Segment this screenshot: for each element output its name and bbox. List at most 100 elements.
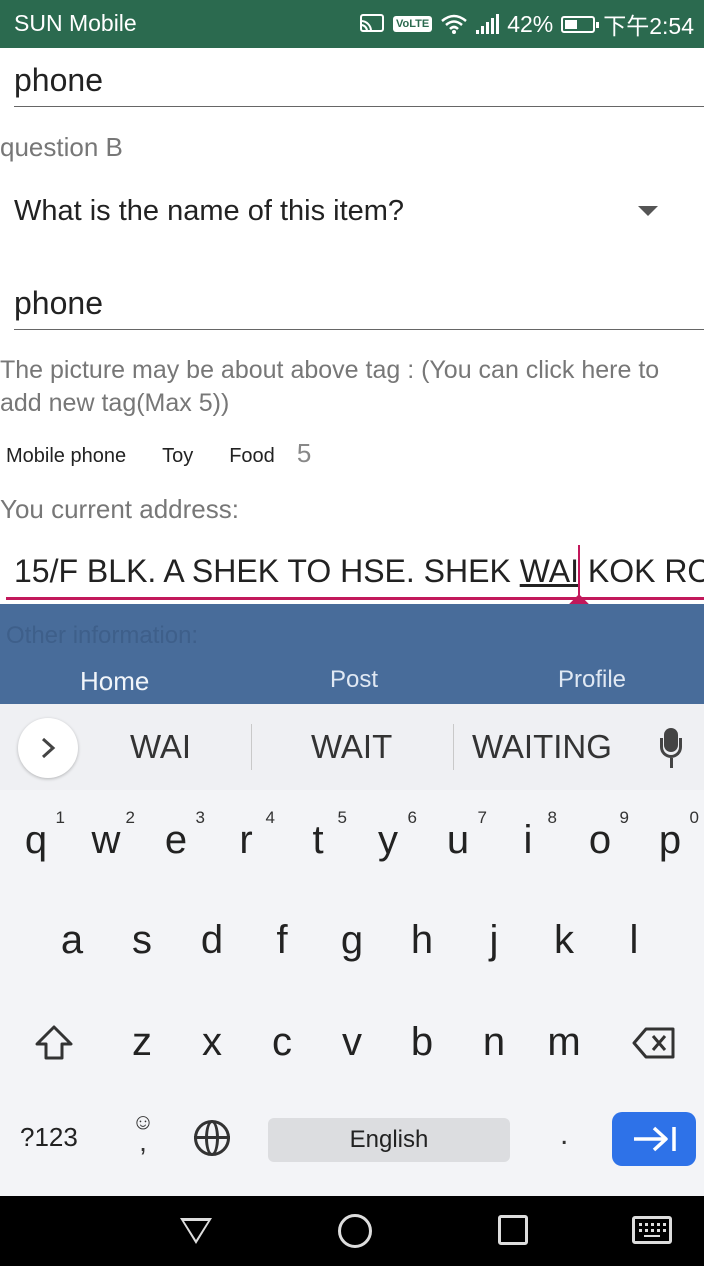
key-m[interactable]: m (529, 1002, 599, 1082)
key-u[interactable]: u7 (423, 800, 493, 880)
symbols-key[interactable]: ?123 (20, 1122, 78, 1153)
key-r[interactable]: r4 (211, 800, 281, 880)
key-label: o (588, 817, 612, 862)
key-number-hint: 5 (337, 808, 347, 827)
key-e[interactable]: e3 (141, 800, 211, 880)
key-label: e (164, 817, 188, 862)
suggestion-3[interactable]: WAITING (472, 728, 612, 766)
address-label: You current address: (0, 494, 239, 524)
battery-percent: 42% (507, 10, 554, 37)
key-number-hint: 2 (125, 808, 135, 827)
answer-underline (14, 329, 704, 330)
tag-mobile-phone[interactable]: Mobile phone (6, 445, 126, 468)
key-x[interactable]: x (177, 1002, 247, 1082)
key-label: q (24, 817, 48, 862)
key-number-hint: 9 (619, 808, 629, 827)
key-i[interactable]: i8 (493, 800, 563, 880)
key-label: w (91, 817, 121, 862)
key-a[interactable]: a (37, 900, 107, 980)
key-number-hint: 6 (407, 808, 417, 827)
key-h[interactable]: h (387, 900, 457, 980)
key-d[interactable]: d (177, 900, 247, 980)
key-number-hint: 3 (195, 808, 205, 827)
key-number-hint: 7 (477, 808, 487, 827)
period-key[interactable]: . (560, 1118, 568, 1152)
key-v[interactable]: v (317, 1002, 387, 1082)
microphone-icon[interactable] (658, 728, 684, 772)
tab-enter-icon (634, 1126, 676, 1152)
key-number-hint: 8 (547, 808, 557, 827)
suggestion-1[interactable]: WAI (130, 728, 191, 766)
key-k[interactable]: k (529, 900, 599, 980)
tag-food[interactable]: Food (229, 445, 275, 468)
key-q[interactable]: q1 (1, 800, 71, 880)
suggestion-divider (453, 724, 454, 770)
key-s[interactable]: s (107, 900, 177, 980)
cast-icon (359, 14, 384, 32)
nav-profile[interactable]: Profile (558, 666, 626, 694)
tag-count: 5 (296, 438, 312, 468)
address-input[interactable]: 15/F BLK. A SHEK TO HSE. SHEK WAI KOK RO… (14, 553, 704, 590)
screen: SUN Mobile VoLTE 42% 下午2:54 phone questi… (0, 0, 704, 1266)
dropdown-arrow-icon (638, 206, 658, 216)
key-l[interactable]: l (599, 900, 669, 980)
carrier-name: SUN Mobile (14, 10, 137, 36)
key-w[interactable]: w2 (71, 800, 141, 880)
key-t[interactable]: t5 (283, 800, 353, 880)
chevron-right-icon (41, 737, 56, 759)
address-text-after: KOK ROAD (587, 553, 704, 589)
space-key[interactable]: English (268, 1118, 510, 1162)
item-name-field[interactable]: phone (14, 62, 103, 99)
volte-badge: VoLTE (392, 16, 433, 32)
enter-key[interactable] (612, 1112, 696, 1166)
suggestion-2[interactable]: WAIT (311, 728, 392, 766)
system-navigation-bar (0, 1196, 704, 1266)
tag-list: Mobile phone Toy Food 5 (6, 438, 311, 469)
key-number-hint: 1 (55, 808, 65, 827)
expand-toolbar-button[interactable] (18, 718, 78, 778)
key-label: u (446, 817, 470, 862)
key-n[interactable]: n (459, 1002, 529, 1082)
keyboard-icon[interactable] (632, 1216, 672, 1244)
back-icon[interactable] (180, 1218, 212, 1244)
home-icon[interactable] (338, 1214, 372, 1248)
key-label: y (378, 817, 398, 862)
tag-toy[interactable]: Toy (162, 445, 193, 468)
add-tag-hint[interactable]: The picture may be about above tag : (Yo… (0, 354, 704, 420)
key-p[interactable]: p0 (635, 800, 704, 880)
question-label: question B (0, 132, 123, 162)
key-y[interactable]: y6 (353, 800, 423, 880)
key-number-hint: 4 (265, 808, 275, 827)
comma-label: , (139, 1126, 147, 1157)
spinner-value: What is the name of this item? (14, 195, 405, 227)
shift-icon[interactable] (34, 1024, 74, 1062)
battery-icon (561, 15, 600, 33)
bottom-navigation: Other information: Home Post Profile (0, 604, 704, 704)
key-f[interactable]: f (247, 900, 317, 980)
address-composing-word: WAI (519, 553, 579, 589)
key-c[interactable]: c (247, 1002, 317, 1082)
other-information-label: Other information: (6, 622, 199, 649)
key-b[interactable]: b (387, 1002, 457, 1082)
key-label: t (312, 817, 324, 862)
status-icons: VoLTE 42% 下午2:54 (359, 8, 694, 40)
nav-home[interactable]: Home (80, 666, 149, 697)
emoji-comma-key[interactable]: ☺ , (128, 1111, 158, 1157)
key-o[interactable]: o9 (565, 800, 635, 880)
signal-icon (476, 14, 500, 34)
key-z[interactable]: z (107, 1002, 177, 1082)
status-bar: SUN Mobile VoLTE 42% 下午2:54 (0, 0, 704, 48)
key-j[interactable]: j (459, 900, 529, 980)
wifi-icon (441, 14, 467, 34)
suggestion-strip: WAI WAIT WAITING (0, 704, 704, 790)
globe-icon[interactable] (194, 1120, 230, 1156)
address-text-before: 15/F BLK. A SHEK TO HSE. SHEK (14, 553, 520, 589)
key-g[interactable]: g (317, 900, 387, 980)
recents-icon[interactable] (498, 1215, 528, 1245)
suggestion-divider (251, 724, 252, 770)
key-label: i (523, 817, 533, 862)
item-name-underline (14, 106, 704, 107)
answer-field[interactable]: phone (14, 285, 103, 322)
nav-post[interactable]: Post (330, 666, 378, 694)
backspace-icon[interactable] (632, 1026, 676, 1060)
